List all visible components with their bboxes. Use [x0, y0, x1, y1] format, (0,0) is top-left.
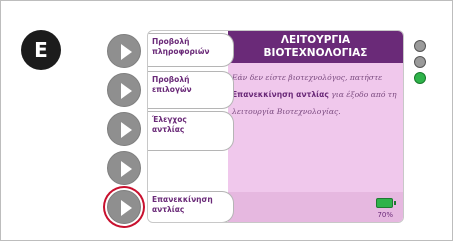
tab-label-line1: Επανεκκίνηση — [152, 195, 213, 204]
battery-percent: 70% — [377, 211, 393, 219]
screen-title-line1: ΛΕΙΤΟΥΡΓΙΑ — [280, 34, 351, 46]
tab-view-options[interactable]: Προβολή επιλογών — [148, 71, 234, 109]
indicator-light-green — [414, 72, 426, 84]
tab-label-line1: Έλεγχος — [152, 115, 187, 124]
info-view-arrow-button[interactable] — [107, 34, 141, 68]
tab-label-line2: αντλίας — [152, 125, 185, 134]
tab-label-line2: αντλίας — [152, 205, 185, 214]
options-view-arrow-button[interactable] — [107, 73, 141, 107]
tab-pump-check[interactable]: Έλεγχος αντλίας — [148, 111, 234, 151]
screen-title-line2: ΒΙΟΤΕΧΝΟΛΟΓΙΑΣ — [263, 47, 368, 59]
step-badge: E — [21, 30, 61, 70]
device-screen: ΛΕΙΤΟΥΡΓΙΑ ΒΙΟΤΕΧΝΟΛΟΓΙΑΣ Εάν δεν είστε … — [147, 30, 404, 223]
message-part1: Εάν δεν είστε βιοτεχνολόγος, πατήστε — [232, 73, 383, 82]
tab-view-info[interactable]: Προβολή πληροφοριών — [148, 33, 234, 67]
message-text: Εάν δεν είστε βιοτεχνολόγος, πατήστε Επα… — [232, 69, 400, 120]
tab-label-line2: επιλογών — [152, 85, 192, 94]
restart-pump-arrow-button[interactable] — [107, 190, 141, 224]
tab-label-line2: πληροφοριών — [152, 47, 210, 56]
screen-title: ΛΕΙΤΟΥΡΓΙΑ ΒΙΟΤΕΧΝΟΛΟΓΙΑΣ — [228, 31, 403, 63]
tab-label-line1: Προβολή — [152, 37, 190, 46]
battery-icon — [376, 198, 396, 208]
pump-check-arrow-button[interactable] — [107, 112, 141, 146]
message-bold: Επανεκκίνηση αντλίας — [232, 90, 329, 99]
status-band: 70% — [228, 192, 403, 222]
blank-arrow-button[interactable] — [107, 151, 141, 185]
tab-label-line1: Προβολή — [152, 75, 190, 84]
tab-restart-pump[interactable]: Επανεκκίνηση αντλίας — [148, 191, 234, 222]
indicator-light-1 — [414, 40, 426, 52]
indicator-light-2 — [414, 56, 426, 68]
content-panel: ΛΕΙΤΟΥΡΓΙΑ ΒΙΟΤΕΧΝΟΛΟΓΙΑΣ Εάν δεν είστε … — [228, 31, 403, 222]
